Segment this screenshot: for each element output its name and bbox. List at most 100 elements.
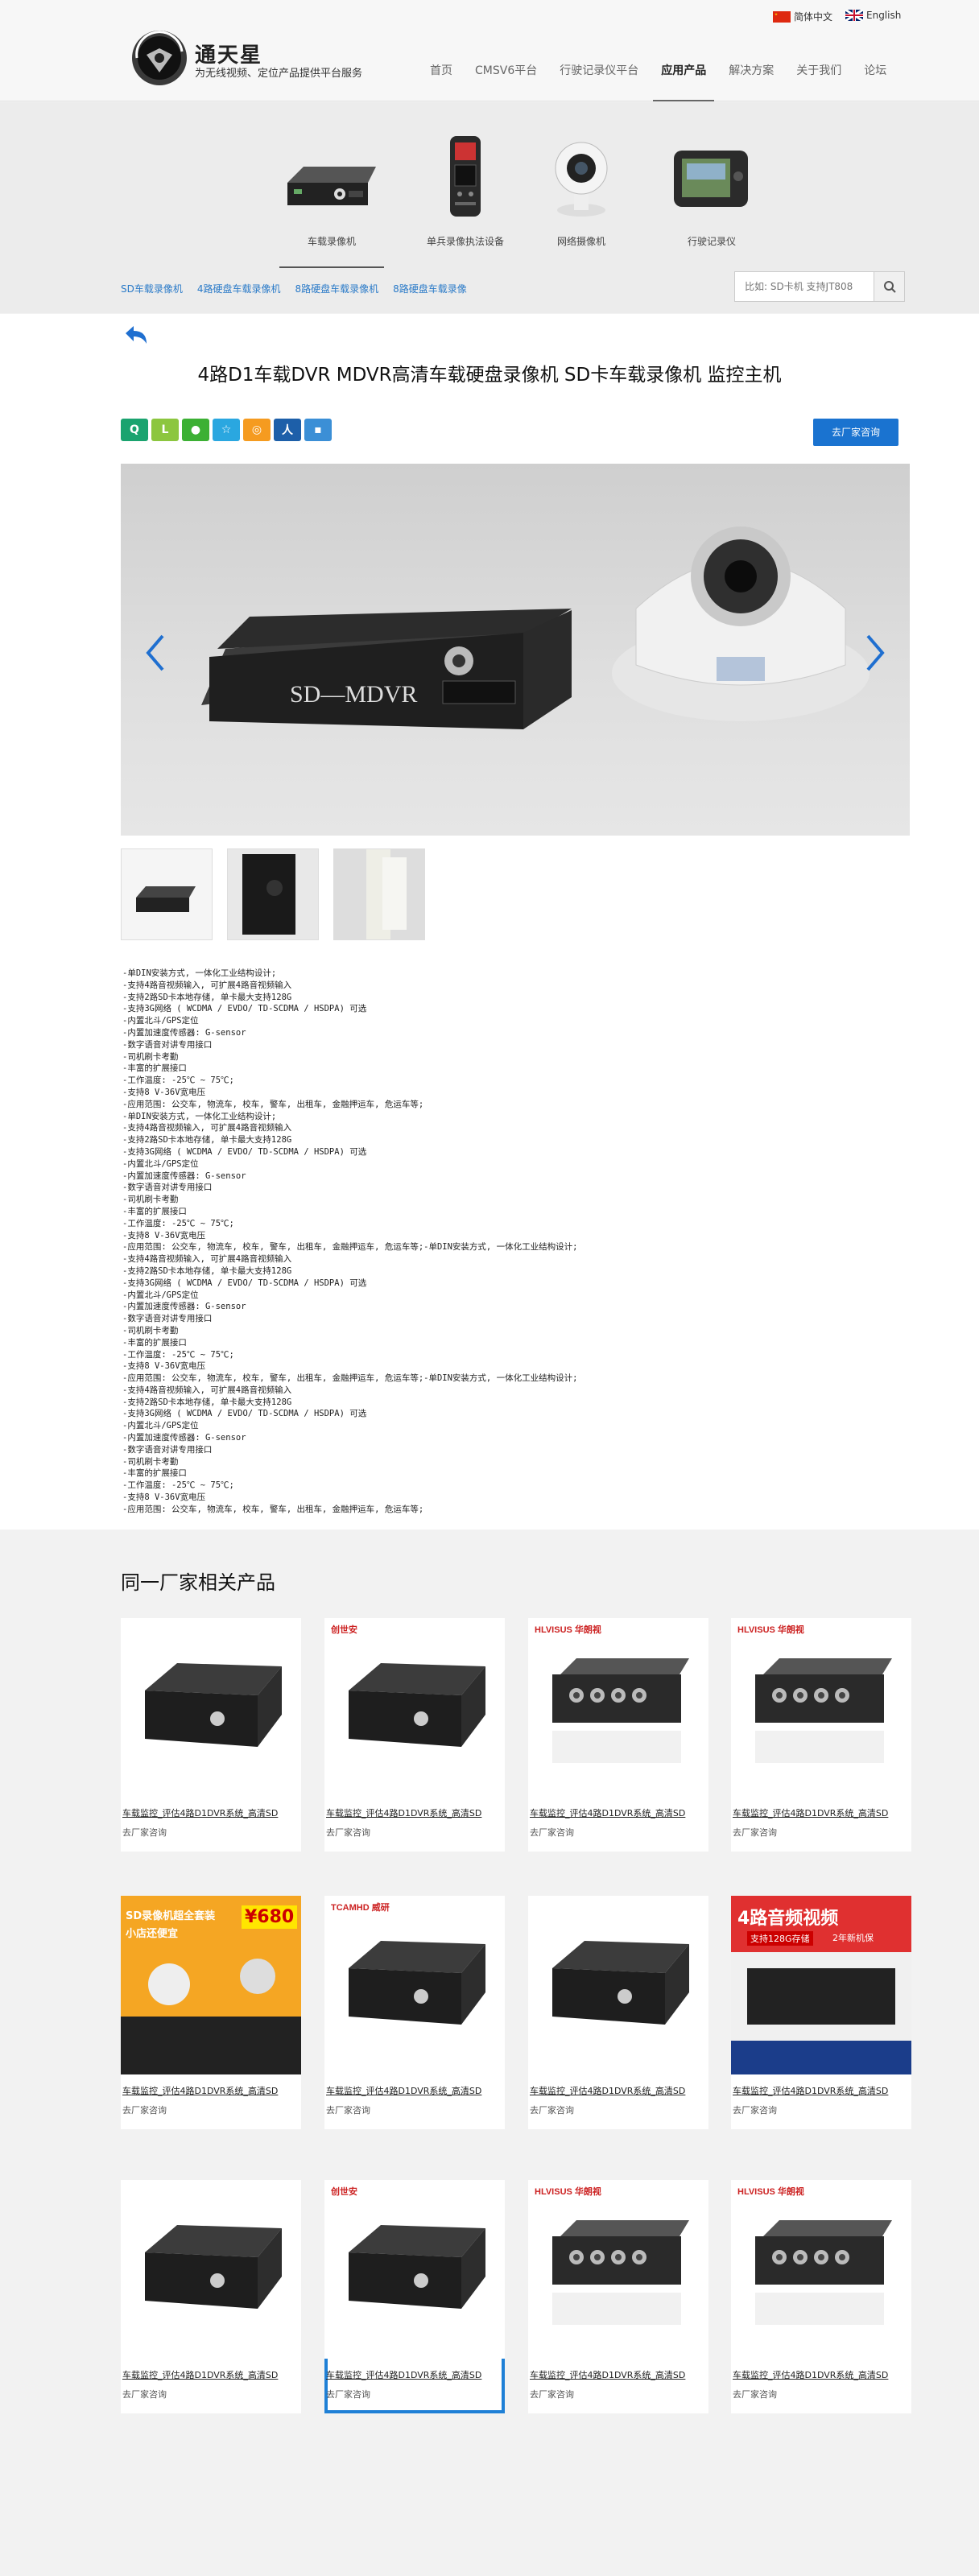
spec-line: -支持3G网络 ( WCDMA / EVDO/ TD-SCDMA / HSDPA… [122, 1146, 367, 1157]
related-product-card[interactable]: HLVISUS 华朗视 车载监控_评估4路D1DVR系统_高清SD 去厂家咨询 [731, 1618, 911, 1852]
prev-arrow-icon[interactable] [143, 633, 167, 673]
thumbnail[interactable] [333, 848, 425, 940]
sub-link[interactable]: 8路硬盘车载录像 [393, 282, 467, 295]
wechat-icon[interactable]: ● [182, 419, 209, 441]
line-icon[interactable]: L [151, 419, 179, 441]
product-thumbnail[interactable] [731, 1618, 911, 1797]
product-name-link[interactable]: 车载监控_评估4路D1DVR系统_高清SD [530, 2084, 707, 2097]
related-product-card[interactable]: 创世安 车载监控_评估4路D1DVR系统_高清SD 去厂家咨询 [324, 1618, 505, 1852]
contact-link[interactable]: 去厂家咨询 [326, 1826, 370, 1839]
spec-line: -应用范围: 公交车, 物流车, 校车, 警车, 出租车, 金融押运车, 危运车… [122, 1242, 578, 1253]
search-button[interactable] [874, 272, 904, 301]
spec-line: -支持4路音视频输入, 可扩展4路音视频输入 [122, 980, 292, 990]
sub-link[interactable]: 4路硬盘车载录像机 [197, 282, 281, 295]
product-thumbnail[interactable] [731, 2180, 911, 2359]
product-name-link[interactable]: 车载监控_评估4路D1DVR系统_高清SD [122, 2084, 299, 2097]
ip-camera-icon [555, 142, 608, 217]
search-input[interactable] [735, 272, 874, 301]
related-product-card[interactable]: 车载监控_评估4路D1DVR系统_高清SD 去厂家咨询 [121, 1618, 301, 1852]
category-car-dvr[interactable]: 车载录像机 [267, 126, 396, 268]
product-thumbnail[interactable] [324, 2180, 505, 2359]
spec-line: -支持8 V-36V宽电压 [122, 1492, 206, 1503]
contact-link[interactable]: 去厂家咨询 [733, 2388, 777, 2401]
spec-line: -内置加速度传感器: G-sensor [122, 1170, 246, 1181]
related-product-card[interactable]: 4路音频视频 支持128G存储 2年新机保 车载监控_评估4路D1DVR系统_高清SD… [731, 1896, 911, 2129]
renren-icon[interactable]: 人 [274, 419, 301, 441]
lang-english[interactable]: English [845, 10, 901, 21]
related-product-card[interactable]: HLVISUS 华朗视 车载监控_评估4路D1DVR系统_高清SD 去厂家咨询 [528, 2180, 708, 2413]
product-thumbnail[interactable] [324, 1896, 505, 2074]
thumbnail[interactable] [121, 848, 213, 940]
contact-link[interactable]: 去厂家咨询 [530, 2103, 574, 2116]
contact-link[interactable]: 去厂家咨询 [122, 2388, 167, 2401]
related-product-card[interactable]: 车载监控_评估4路D1DVR系统_高清SD 去厂家咨询 [121, 2180, 301, 2413]
product-name-link[interactable]: 车载监控_评估4路D1DVR系统_高清SD [733, 1806, 910, 1819]
contact-link[interactable]: 去厂家咨询 [733, 1826, 777, 1839]
category-ip-camera[interactable]: 网络摄像机 [517, 126, 646, 248]
nav-recorder-platform[interactable]: 行驶记录仪平台 [560, 55, 638, 101]
category-body-cam[interactable]: 单兵录像执法设备 [401, 126, 530, 248]
product-thumbnail[interactable] [528, 1896, 708, 2074]
related-product-card[interactable]: 车载监控_评估4路D1DVR系统_高清SD 去厂家咨询 [528, 1896, 708, 2129]
contact-link[interactable]: 去厂家咨询 [733, 2103, 777, 2116]
related-product-card[interactable]: HLVISUS 华朗视 车载监控_评估4路D1DVR系统_高清SD 去厂家咨询 [731, 2180, 911, 2413]
related-product-card[interactable]: SD录像机超全套装 小店还便宜 ¥680 车载监控_评估4路D1DVR系统_高清SD 去… [121, 1896, 301, 2129]
linkedin-icon[interactable]: ▪ [304, 419, 332, 441]
contact-manufacturer-button[interactable]: 去厂家咨询 [813, 419, 898, 446]
body-camera-icon [450, 136, 481, 217]
nav-solutions[interactable]: 解决方案 [729, 55, 774, 101]
contact-link[interactable]: 去厂家咨询 [326, 2388, 370, 2401]
lang-chinese[interactable]: 简体中文 [773, 10, 832, 23]
product-name-link[interactable]: 车载监控_评估4路D1DVR系统_高清SD [733, 2368, 910, 2381]
product-thumbnail[interactable] [121, 1618, 301, 1797]
qzone-icon[interactable]: Q [121, 419, 148, 441]
logo-icon[interactable] [129, 27, 190, 89]
contact-link[interactable]: 去厂家咨询 [530, 2388, 574, 2401]
product-name-link[interactable]: 车载监控_评估4路D1DVR系统_高清SD [733, 2084, 910, 2097]
category-dashcam[interactable]: 行驶记录仪 [647, 126, 776, 248]
nav-products[interactable]: 应用产品 [653, 55, 715, 101]
product-thumbnail[interactable] [121, 2180, 301, 2359]
product-name-link[interactable]: 车载监控_评估4路D1DVR系统_高清SD [326, 2368, 503, 2381]
thumbnail-dvr [122, 849, 212, 939]
product-name-link[interactable]: 车载监控_评估4路D1DVR系统_高清SD [326, 1806, 503, 1819]
contact-link[interactable]: 去厂家咨询 [122, 1826, 167, 1839]
contact-link[interactable]: 去厂家咨询 [326, 2103, 370, 2116]
spec-line: -支持2路SD卡本地存储, 单卡最大支持128G [122, 992, 292, 1002]
spec-line: -支持3G网络 ( WCDMA / EVDO/ TD-SCDMA / HSDPA… [122, 1004, 367, 1014]
thumbnail[interactable] [227, 848, 319, 940]
spec-line: -司机刷卡考勤 [122, 1325, 179, 1335]
product-thumbnail[interactable] [528, 1618, 708, 1797]
spec-line: -工作温度: -25℃ ~ 75℃; [122, 1218, 234, 1228]
promo-headline: SD录像机超全套装 [126, 1910, 216, 1922]
back-arrow-icon[interactable] [122, 324, 150, 346]
next-arrow-icon[interactable] [863, 633, 887, 673]
contact-link[interactable]: 去厂家咨询 [530, 1826, 574, 1839]
sub-link[interactable]: 8路硬盘车载录像机 [295, 282, 379, 295]
dashcam-icon [674, 151, 748, 207]
related-product-card[interactable]: HLVISUS 华朗视 车载监控_评估4路D1DVR系统_高清SD 去厂家咨询 [528, 1618, 708, 1852]
product-name-link[interactable]: 车载监控_评估4路D1DVR系统_高清SD [326, 2084, 503, 2097]
product-thumbnail[interactable] [528, 2180, 708, 2359]
share-bar: Q L ● ☆ ◎ 人 ▪ [121, 419, 332, 441]
category-label: 车载录像机 [307, 236, 356, 247]
product-thumbnail[interactable] [324, 1618, 505, 1797]
product-name-link[interactable]: 车载监控_评估4路D1DVR系统_高清SD [530, 1806, 707, 1819]
nav-home[interactable]: 首页 [430, 55, 452, 101]
spec-line: -应用范围: 公交车, 物流车, 校车, 警车, 出租车, 金融押运车, 危运车… [122, 1099, 424, 1109]
product-name-link[interactable]: 车载监控_评估4路D1DVR系统_高清SD [122, 2368, 299, 2381]
spec-line: -内置北斗/GPS定位 [122, 1016, 199, 1026]
product-name-link[interactable]: 车载监控_评估4路D1DVR系统_高清SD [530, 2368, 707, 2381]
nav-forum[interactable]: 论坛 [864, 55, 886, 101]
product-name-link[interactable]: 车载监控_评估4路D1DVR系统_高清SD [122, 1806, 299, 1819]
weibo-icon[interactable]: ◎ [243, 419, 271, 441]
sub-link[interactable]: SD车载录像机 [121, 282, 183, 295]
related-product-card[interactable]: 创世安 车载监控_评估4路D1DVR系统_高清SD 去厂家咨询 [324, 2180, 505, 2413]
nav-cmsv6[interactable]: CMSV6平台 [475, 55, 537, 101]
star-icon[interactable]: ☆ [213, 419, 240, 441]
contact-link[interactable]: 去厂家咨询 [122, 2103, 167, 2116]
spec-line: -应用范围: 公交车, 物流车, 校车, 警车, 出租车, 金融押运车, 危运车… [122, 1373, 578, 1384]
related-product-card[interactable]: TCAMHD 威研 车载监控_评估4路D1DVR系统_高清SD 去厂家咨询 [324, 1896, 505, 2129]
nav-about[interactable]: 关于我们 [796, 55, 841, 101]
china-flag-icon [773, 10, 791, 23]
